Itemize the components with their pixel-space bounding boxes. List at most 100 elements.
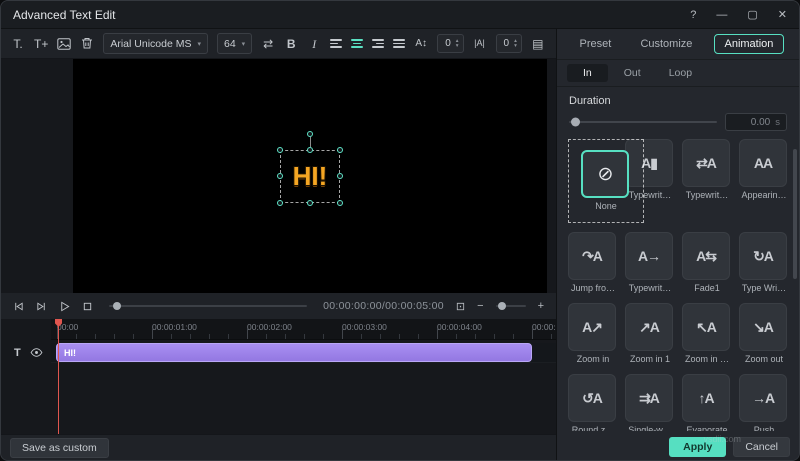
align-left-icon[interactable] [330,39,342,48]
animation-item-zoom-in-[interactable]: ↖A Zoom in … [682,303,732,365]
animation-item-label: None [581,201,631,212]
animation-item-single-w-[interactable]: ⇉ASingle-w… [625,374,675,431]
animation-thumb[interactable]: →A [739,374,787,422]
stepper-arrows-icon[interactable]: ▴▾ [456,39,459,48]
animation-item-evaporate[interactable]: ↑AEvaporate [682,374,732,431]
animation-thumb[interactable]: ↺A [568,374,616,422]
duration-slider[interactable] [569,121,717,123]
resize-handle[interactable] [337,200,343,206]
zoom-in-icon[interactable]: + [538,300,544,312]
kerning-icon[interactable]: ⇄ [261,38,275,50]
zoom-slider[interactable] [496,305,526,307]
trash-icon[interactable] [80,37,94,50]
vertical-text-icon[interactable]: A↕ [414,39,428,49]
italic-button[interactable]: I [307,38,321,50]
play-button[interactable] [59,301,70,312]
minimize-icon[interactable]: — [716,9,727,21]
font-size-select[interactable]: 64 ▾ [217,33,252,54]
animation-thumb[interactable]: AA [739,139,787,187]
animation-thumb[interactable]: ⊘ [581,150,629,198]
stop-button[interactable] [82,301,93,312]
text-template-icon[interactable]: T+ [34,38,48,50]
subtab-in[interactable]: In [567,64,608,82]
align-right-icon[interactable] [372,39,384,48]
preview-text[interactable]: HI! [293,161,328,191]
animation-thumb[interactable]: ↘A [739,303,787,351]
tab-preset[interactable]: Preset [572,35,620,53]
subtab-loop[interactable]: Loop [657,64,704,82]
scrollbar[interactable] [793,149,797,279]
resize-handle[interactable] [307,147,313,153]
char-spacing-icon[interactable]: |A| [473,39,487,48]
animation-thumb[interactable]: ↖A [682,303,730,351]
apply-button[interactable]: Apply [669,437,726,457]
bold-button[interactable]: B [284,38,298,50]
text-selection-box[interactable]: HI! [280,150,341,203]
animation-thumb[interactable]: ↷A [568,232,616,280]
animation-item-label: Zoom in … [682,354,732,365]
tab-customize[interactable]: Customize [632,35,700,53]
subtab-out[interactable]: Out [612,64,653,82]
duration-knob[interactable] [571,118,580,127]
animation-item-push[interactable]: →APush [739,374,789,431]
animation-thumb[interactable]: ↗A [625,303,673,351]
char-spacing-stepper[interactable]: 0 ▴▾ [496,34,522,53]
animation-thumb[interactable]: ↻A [739,232,787,280]
animation-item-appearin-[interactable]: AAAppearin… [739,139,789,223]
text-box-icon[interactable]: ▤ [531,38,545,50]
animation-item-jump-fro-[interactable]: ↷AJump fro… [568,232,618,294]
animation-item-type-wri-[interactable]: ↻A Type Wri… [739,232,789,294]
animation-item-fade1[interactable]: A⇆Fade1 [682,232,732,294]
help-icon[interactable]: ? [690,9,696,21]
text-clip[interactable]: HI! [56,343,532,362]
align-justify-icon[interactable] [393,39,405,48]
animation-item-zoom-in[interactable]: A↗Zoom in [568,303,618,365]
align-center-icon[interactable] [351,39,363,48]
resize-handle[interactable] [307,200,313,206]
resize-handle[interactable] [337,147,343,153]
resize-handle[interactable] [277,173,283,179]
previous-frame-button[interactable] [13,301,24,312]
resize-handle[interactable] [277,147,283,153]
seek-slider[interactable] [109,305,307,307]
eye-icon[interactable] [30,344,43,362]
ruler-label: 00:00:03:00 [342,322,387,332]
font-family-select[interactable]: Arial Unicode MS ▾ [103,33,208,54]
zoom-knob[interactable] [498,302,506,310]
save-as-custom-button[interactable]: Save as custom [10,438,109,458]
preview-canvas[interactable]: HI! [73,59,547,293]
animation-item-zoom-out[interactable]: ↘AZoom out [739,303,789,365]
animation-thumb[interactable]: ⇄A [682,139,730,187]
animation-item-none[interactable]: ⊘ None [568,139,644,223]
resize-handle[interactable] [277,200,283,206]
fit-to-window-icon[interactable]: ⊡ [456,300,465,313]
cancel-button[interactable]: Cancel [733,437,790,457]
zoom-out-icon[interactable]: − [477,300,483,312]
stepper-arrows-icon[interactable]: ▴▾ [514,39,517,48]
animation-thumb[interactable]: A→ [625,232,673,280]
animation-item-typewrit-[interactable]: A→Typewrit… [625,232,675,294]
animation-thumb[interactable]: ↑A [682,374,730,422]
rotation-handle[interactable] [307,131,313,137]
duration-input[interactable]: 0.00 s [725,113,787,131]
animation-thumb[interactable]: ⇉A [625,374,673,422]
animation-item-label: Zoom in 1 [625,354,675,365]
seek-knob[interactable] [113,302,121,310]
timeline-ruler[interactable]: 00:0000:00:01:0000:00:02:0000:00:03:0000… [51,319,556,340]
close-icon[interactable]: ✕ [778,8,787,21]
resize-handle[interactable] [337,173,343,179]
left-footer: Save as custom [1,434,556,460]
animation-item-label: Type Wri… [739,283,789,294]
animation-item-typewrit-[interactable]: ⇄ATypewrit… [682,139,732,223]
add-text-icon[interactable]: T. [11,38,25,50]
animation-item-round-z-[interactable]: ↺ARound z… [568,374,618,431]
maximize-icon[interactable]: ▢ [747,8,757,21]
next-frame-button[interactable] [36,301,47,312]
line-spacing-stepper[interactable]: 0 ▴▾ [437,34,463,53]
animation-item-zoom-in-1[interactable]: ↗A Zoom in 1 [625,303,675,365]
image-icon[interactable] [57,38,71,50]
animation-thumb[interactable]: A⇆ [682,232,730,280]
tab-animation[interactable]: Animation [714,34,785,54]
playhead[interactable] [58,319,59,436]
animation-thumb[interactable]: A↗ [568,303,616,351]
